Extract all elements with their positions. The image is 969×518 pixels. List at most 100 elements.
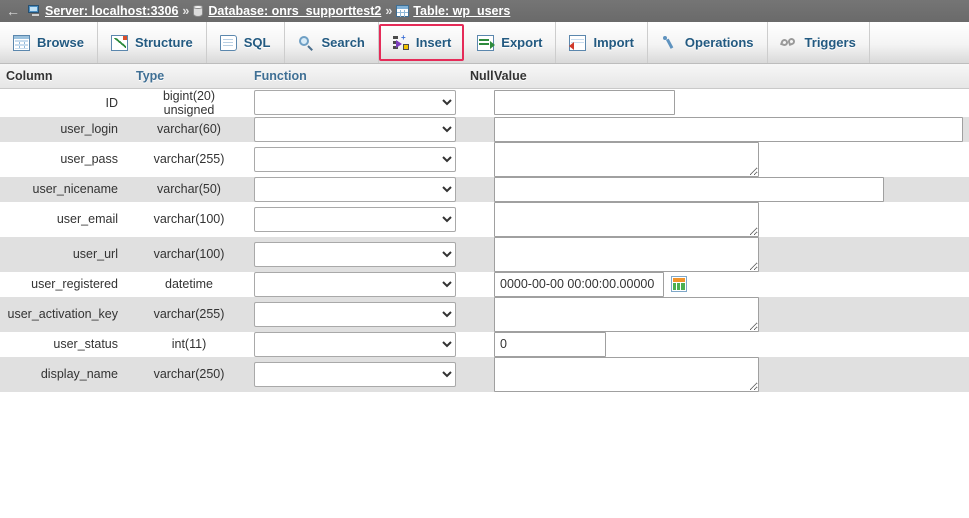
tab-export[interactable]: Export [464,22,557,63]
server-icon [28,5,41,17]
breadcrumb-server-label: Server: localhost:3306 [45,4,179,18]
function-select[interactable] [254,90,456,115]
value-textarea[interactable] [494,356,759,392]
export-icon [477,34,496,51]
tab-search[interactable]: Search [285,22,379,63]
value-wrapper [494,116,963,142]
null-cell [464,296,488,332]
tab-operations[interactable]: Operations [648,22,768,63]
value-textarea[interactable] [494,201,759,237]
value-input[interactable] [494,176,884,202]
function-cell [248,88,464,117]
breadcrumb-table[interactable]: Table: wp_users [396,4,510,18]
column-type-cell: varchar(255) [130,141,248,177]
value-input[interactable] [494,271,664,297]
function-select[interactable] [254,361,456,387]
value-cell [488,271,969,297]
column-type-cell: varchar(50) [130,176,248,202]
tab-bar-filler [870,22,969,63]
back-arrow-icon[interactable]: ← [4,4,28,18]
function-select[interactable] [254,206,456,232]
tab-browse-label: Browse [37,35,84,50]
value-cell [488,141,969,177]
function-select[interactable] [254,301,456,327]
table-row: ID bigint(20) unsigned [0,88,969,117]
null-cell [464,176,488,202]
value-input[interactable] [494,331,606,357]
header-function: Function [248,64,464,89]
header-value: Value [488,64,969,89]
value-wrapper [494,141,963,177]
header-type: Type [130,64,248,89]
function-select[interactable] [254,116,456,142]
function-cell [248,176,464,202]
column-type-cell: bigint(20) unsigned [130,88,248,117]
value-wrapper [494,271,963,297]
value-wrapper [494,201,963,237]
tab-import[interactable]: Import [556,22,648,63]
value-wrapper [494,176,963,202]
value-cell [488,176,969,202]
value-cell [488,331,969,357]
breadcrumb-database[interactable]: Database: onrs_supporttest2 [193,4,381,18]
function-select[interactable] [254,271,456,297]
tab-triggers-label: Triggers [804,35,856,50]
value-cell [488,356,969,392]
column-name-cell: display_name [0,356,130,392]
tab-browse[interactable]: Browse [0,22,98,63]
value-input[interactable] [494,116,963,142]
breadcrumb-table-label: Table: wp_users [413,4,511,18]
insert-table-body: ID bigint(20) unsigned user_login varchar(6… [0,88,969,392]
column-type-cell: int(11) [130,331,248,357]
value-input[interactable] [494,90,675,115]
column-name-cell: user_pass [0,141,130,177]
tab-insert-label: Insert [415,35,452,50]
column-name-cell: user_activation_key [0,296,130,332]
null-cell [464,88,488,117]
value-wrapper [494,331,963,357]
function-select[interactable] [254,146,456,172]
function-cell [248,356,464,392]
value-textarea[interactable] [494,236,759,272]
table-row: user_pass varchar(255) [0,141,969,177]
insert-table-head: Column Type Function Null Value [0,64,969,89]
tab-insert[interactable]: + Insert [378,24,465,61]
value-wrapper [494,356,963,392]
tab-triggers[interactable]: Triggers [768,22,870,63]
function-cell [248,201,464,237]
table-row: user_login varchar(60) [0,116,969,142]
value-textarea[interactable] [494,296,759,332]
value-wrapper [494,296,963,332]
search-icon [298,35,315,51]
import-icon [569,34,587,51]
function-select[interactable] [254,176,456,202]
tab-import-label: Import [593,35,634,50]
column-type-cell: varchar(255) [130,296,248,332]
tab-sql-label: SQL [243,35,271,50]
breadcrumb-separator-2: » [385,4,393,18]
tab-structure-label: Structure [134,35,193,50]
calendar-icon[interactable] [671,276,687,292]
tab-structure[interactable]: Structure [98,22,207,63]
value-textarea[interactable] [494,141,759,177]
table-row: display_name varchar(250) [0,356,969,392]
column-name-cell: ID [0,88,130,117]
function-cell [248,296,464,332]
table-icon [396,5,410,17]
table-row: user_status int(11) [0,331,969,357]
value-cell [488,296,969,332]
column-name-cell: user_nicename [0,176,130,202]
header-column: Column [0,64,130,89]
operations-icon [661,35,678,51]
value-wrapper [494,236,963,272]
tab-operations-label: Operations [684,35,754,50]
triggers-icon [779,35,798,51]
function-cell [248,331,464,357]
function-select[interactable] [254,331,456,357]
function-cell [248,236,464,272]
function-select[interactable] [254,241,456,267]
table-row: user_nicename varchar(50) [0,176,969,202]
tab-sql[interactable]: SQL [207,22,285,63]
main-tab-bar: Browse Structure SQL Search + Insert Exp… [0,22,969,64]
breadcrumb-server[interactable]: Server: localhost:3306 [28,4,178,18]
